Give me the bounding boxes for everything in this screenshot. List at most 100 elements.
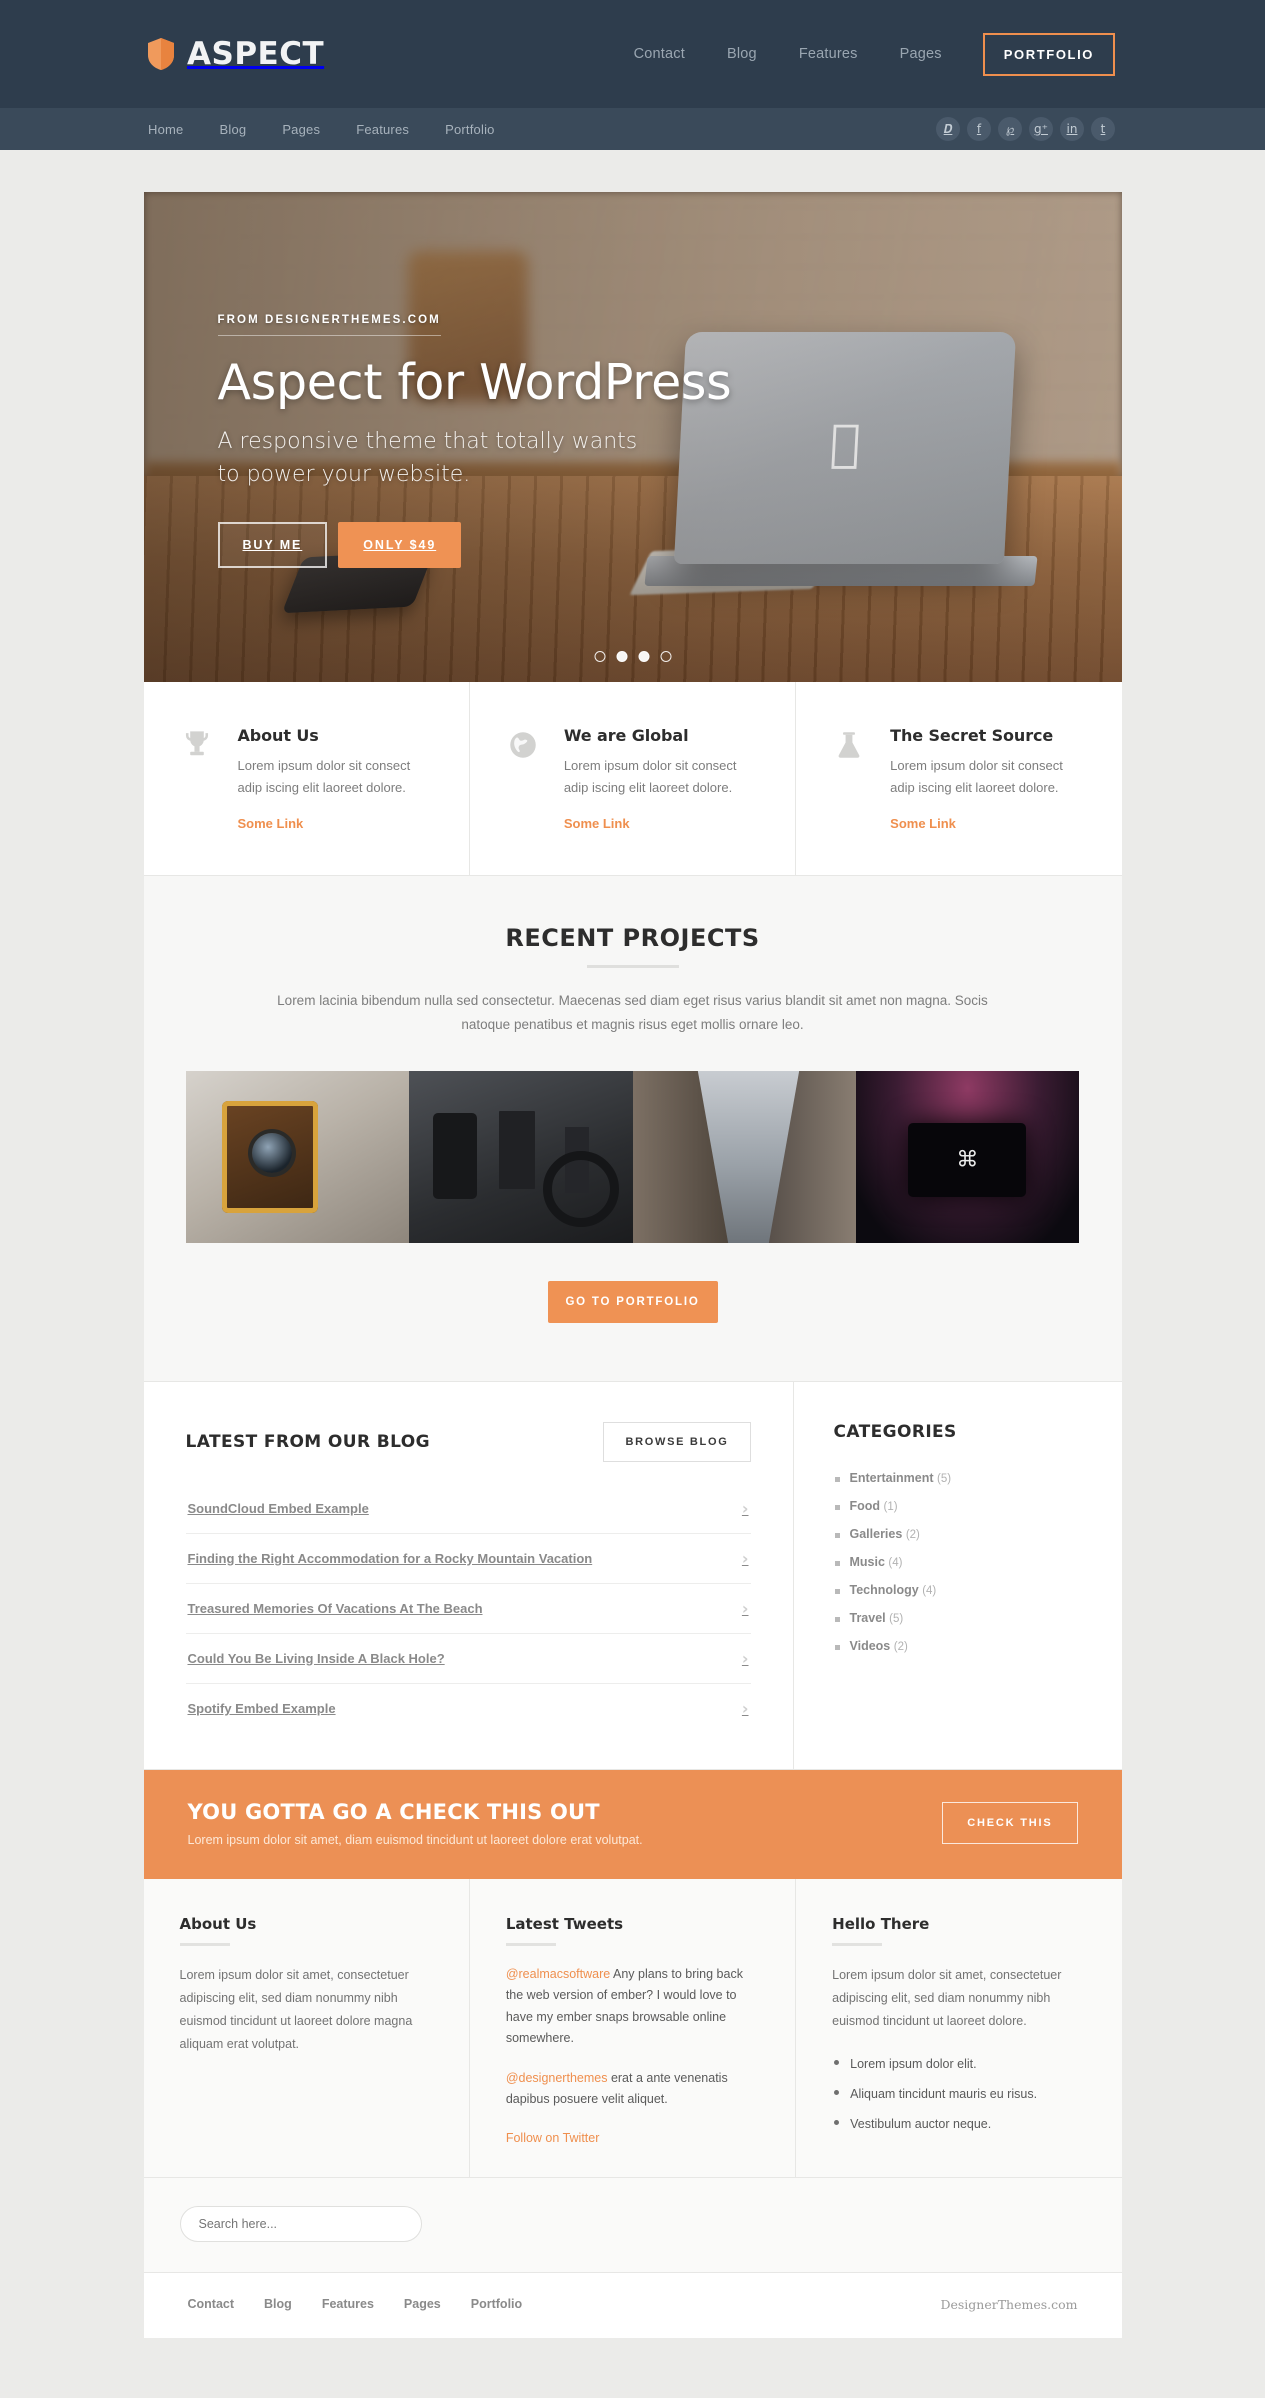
blog-and-categories: LATEST FROM OUR BLOG BROWSE BLOG SoundCl… [143, 1381, 1122, 1770]
category-link[interactable]: Videos [850, 1639, 891, 1653]
category-item[interactable]: Galleries (2) [834, 1520, 1082, 1548]
category-link[interactable]: Technology [850, 1583, 919, 1597]
footer-about-title: About Us [179, 1914, 257, 1933]
category-item[interactable]: Videos (2) [834, 1632, 1082, 1660]
footer-hello-title: Hello There [832, 1914, 930, 1933]
footer-link-blog[interactable]: Blog [264, 2297, 322, 2311]
category-link[interactable]: Travel [850, 1611, 886, 1625]
footer-search-row [143, 2176, 1122, 2272]
footer-tweets-column: Latest Tweets @realmacsoftware Any plans… [468, 1878, 795, 2177]
section-description: Lorem lacinia bibendum nulla sed consect… [277, 992, 988, 1032]
nav-item-pages[interactable]: Pages [879, 46, 963, 62]
nav-item-features[interactable]: Features [778, 46, 879, 62]
slider-dot-4[interactable] [660, 651, 671, 662]
slider-dot-3[interactable] [638, 651, 649, 662]
shield-icon [148, 38, 174, 70]
categories-title: CATEGORIES [833, 1421, 957, 1442]
globe-icon [506, 726, 546, 833]
thumb-desk-flatlay[interactable] [409, 1070, 633, 1243]
blog-list-item[interactable]: Spotify Embed Example › [186, 1684, 751, 1733]
thumb-alley[interactable] [632, 1070, 856, 1243]
blog-section-title: LATEST FROM OUR BLOG [185, 1431, 430, 1452]
search-input[interactable] [179, 2205, 422, 2242]
feature-link[interactable]: Some Link [564, 816, 630, 831]
footer-link-portfolio[interactable]: Portfolio [471, 2297, 552, 2311]
category-count: (4) [922, 1584, 937, 1597]
category-item[interactable]: Travel (5) [834, 1604, 1082, 1632]
category-item[interactable]: Technology (4) [834, 1576, 1082, 1604]
site-logo[interactable]: ASPECT [148, 36, 324, 72]
title-underline [586, 964, 679, 968]
category-count: (5) [937, 1472, 952, 1485]
browse-blog-button[interactable]: BROWSE BLOG [603, 1421, 751, 1462]
thumb-laptop-dark[interactable] [855, 1070, 1079, 1243]
thumb-camera[interactable] [186, 1070, 410, 1243]
subnav-item-features[interactable]: Features [356, 122, 445, 137]
footer-link-features[interactable]: Features [322, 2297, 404, 2311]
tweet-item: @realmacsoftware Any plans to bring back… [506, 1964, 759, 2050]
footer-link-contact[interactable]: Contact [188, 2297, 265, 2311]
footer-widgets: About Us Lorem ipsum dolor sit amet, con… [143, 1878, 1122, 2177]
feature-link[interactable]: Some Link [890, 816, 956, 831]
follow-on-twitter-link[interactable]: Follow on Twitter [506, 2131, 600, 2145]
feature-box-secret: The Secret Source Lorem ipsum dolor sit … [795, 682, 1121, 875]
recent-projects-section: RECENT PROJECTS Lorem lacinia bibendum n… [143, 875, 1122, 1382]
blog-item-title: Finding the Right Accommodation for a Ro… [187, 1550, 593, 1566]
nav-item-contact[interactable]: Contact [613, 46, 706, 62]
chevron-right-icon: › [741, 1548, 749, 1568]
blog-list-item[interactable]: Could You Be Living Inside A Black Hole?… [185, 1634, 751, 1684]
facebook-icon[interactable]: f [967, 117, 991, 141]
subnav-item-blog[interactable]: Blog [219, 122, 282, 137]
go-to-portfolio-button[interactable]: GO TO PORTFOLIO [547, 1280, 718, 1323]
tweet-handle[interactable]: @designerthemes [506, 2071, 608, 2085]
buy-me-button[interactable]: BUY ME [217, 521, 328, 568]
category-link[interactable]: Food [850, 1499, 881, 1513]
category-item[interactable]: Music (4) [834, 1548, 1082, 1576]
subnav-item-pages[interactable]: Pages [282, 122, 356, 137]
blog-list-item[interactable]: Treasured Memories Of Vacations At The B… [185, 1584, 751, 1634]
footer-link-pages[interactable]: Pages [404, 2297, 471, 2311]
price-button[interactable]: ONLY $49 [338, 521, 462, 568]
footer-hello-text: Lorem ipsum dolor sit amet, consectetuer… [832, 1967, 1062, 2028]
subnav-item-home[interactable]: Home [148, 122, 219, 137]
check-this-button[interactable]: CHECK THIS [942, 1802, 1078, 1845]
subnav-item-portfolio[interactable]: Portfolio [445, 122, 531, 137]
category-link[interactable]: Music [850, 1555, 885, 1569]
nav-item-blog[interactable]: Blog [706, 46, 778, 62]
cta-subtitle: Lorem ipsum dolor sit amet, diam euismod… [187, 1832, 643, 1847]
feature-box-about: About Us Lorem ipsum dolor sit consect a… [144, 682, 469, 875]
chevron-right-icon: › [741, 1648, 749, 1668]
category-link[interactable]: Galleries [850, 1527, 903, 1541]
cta-banner: YOU GOTTA GO A CHECK THIS OUT Lorem ipsu… [143, 1769, 1122, 1879]
footer-about-text: Lorem ipsum dolor sit amet, consectetuer… [179, 1967, 413, 2052]
hero-subtitle-line2: to power your website. [217, 462, 471, 488]
linkedin-icon[interactable]: in [1060, 117, 1084, 141]
shield-icon-svg [148, 38, 174, 70]
feature-link[interactable]: Some Link [238, 816, 304, 831]
blog-list-item[interactable]: Finding the Right Accommodation for a Ro… [185, 1534, 751, 1584]
slider-dot-2[interactable] [616, 651, 627, 662]
feature-title: We are Global [563, 726, 689, 745]
bullet-item: Lorem ipsum dolor elit. [832, 2049, 1085, 2079]
categories-column: CATEGORIES Entertainment (5) Food (1) Ga… [794, 1382, 1122, 1769]
chevron-right-icon: › [741, 1698, 749, 1718]
blog-item-title: SoundCloud Embed Example [187, 1500, 369, 1516]
blog-list-item[interactable]: SoundCloud Embed Example › [185, 1484, 751, 1534]
tweet-handle[interactable]: @realmacsoftware [506, 1967, 610, 1981]
latest-blog-column: LATEST FROM OUR BLOG BROWSE BLOG SoundCl… [144, 1381, 794, 1769]
nav-portfolio-button[interactable]: PORTFOLIO [982, 32, 1115, 76]
hero-subtitle: A responsive theme that totally wants to… [218, 425, 732, 492]
category-item[interactable]: Food (1) [834, 1492, 1082, 1520]
tumblr-icon[interactable]: t [1091, 117, 1115, 141]
flask-icon [832, 726, 872, 833]
blog-item-title: Treasured Memories Of Vacations At The B… [187, 1600, 483, 1616]
twitter-icon[interactable]: 𝑫 [936, 117, 960, 141]
pinterest-icon[interactable]: ℘ [998, 117, 1022, 141]
hero-slider:  FROM DESIGNERTHEMES.COM Aspect for Wor… [143, 192, 1122, 682]
slider-dot-1[interactable] [594, 651, 605, 662]
category-count: (5) [889, 1612, 904, 1625]
feature-text: Lorem ipsum dolor sit consect adip iscin… [563, 758, 737, 796]
category-item[interactable]: Entertainment (5) [834, 1464, 1082, 1492]
category-link[interactable]: Entertainment [850, 1471, 934, 1485]
googleplus-icon[interactable]: g⁺ [1029, 117, 1053, 141]
